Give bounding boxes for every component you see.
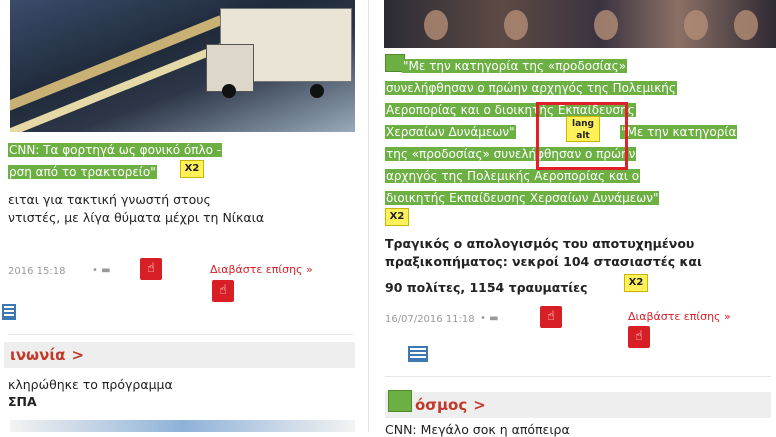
left-headline-link[interactable]: CNN: Τα φορτηγά ως φονικό όπλο - [8, 140, 223, 160]
section-header-society[interactable]: ινωνία > [4, 342, 355, 368]
quote-line7-wrap[interactable]: διοικητής Εκπαίδευσης Χερσαίων Δυνάμεων" [385, 188, 660, 208]
lang-alt-badge-icon[interactable]: lang alt [566, 116, 600, 142]
column-divider [368, 0, 369, 432]
right-readmore-label: Διαβάστε επίσης [628, 310, 721, 323]
right-timestamp: 16/07/2016 11:18 [385, 314, 475, 325]
hand-pointer-icon[interactable]: ☝ [212, 280, 234, 302]
left-headline-link-2[interactable]: ρση από το τρακτορείο" [8, 162, 157, 182]
crowd-figure [684, 10, 708, 40]
crowd-figure [594, 10, 618, 40]
x2-badge-icon[interactable]: X2 [624, 274, 648, 292]
quote-line7[interactable]: διοικητής Εκπαίδευσης Χερσαίων Δυνάμεων" [385, 191, 660, 205]
crowd-figure [734, 10, 758, 40]
x2-badge-icon[interactable]: X2 [385, 208, 409, 226]
crowd-figure [424, 10, 448, 40]
left-readmore-arrow: » [306, 263, 313, 276]
hand-pointer-icon[interactable]: ☝ [628, 326, 650, 348]
quote-line6[interactable]: αρχηγός της Πολεμικής Αεροπορίας και ο [385, 169, 641, 183]
left-next-line2[interactable]: ΣΠΑ [8, 394, 37, 409]
x2-badge-icon[interactable]: X2 [180, 160, 204, 178]
right-next-line1[interactable]: CNN: Μεγάλο σοκ η απόπειρα [385, 422, 570, 437]
bottom-photo[interactable] [10, 420, 355, 432]
comment-icon[interactable]: • ▬ [480, 313, 499, 324]
quote-line4a-wrap[interactable]: Χερσαίων Δυνάμεων" [385, 122, 516, 142]
quote-line2[interactable]: συνελήφθησαν ο πρώην αρχηγός της Πολεμικ… [385, 81, 677, 95]
quote-line1[interactable]: "Με την κατηγορία της «προδοσίας» [402, 59, 628, 73]
globe-icon [388, 390, 412, 412]
left-headline-line1[interactable]: CNN: Τα φορτηγά ως φονικό όπλο - [8, 143, 223, 157]
divider-line [385, 376, 771, 377]
list-icon[interactable] [408, 346, 428, 362]
lang-badge-line1: lang [571, 119, 594, 129]
list-icon[interactable] [2, 304, 16, 320]
right-readmore-arrow: » [724, 310, 731, 323]
quote-line4b[interactable]: "Με την κατηγορία [620, 125, 738, 139]
hand-pointer-icon[interactable]: ☝ [140, 258, 162, 280]
comment-icon[interactable]: • ▬ [92, 265, 111, 276]
left-readmore-label: Διαβάστε επίσης [210, 263, 303, 276]
chevron-right-icon: > [71, 346, 85, 364]
left-headline-line2[interactable]: ρση από το τρακτορείο" [8, 165, 157, 179]
section-title[interactable]: ινωνία [10, 346, 65, 364]
quote-line2-wrap[interactable]: συνελήφθησαν ο πρώην αρχηγός της Πολεμικ… [385, 78, 677, 98]
right-readmore-link[interactable]: Διαβάστε επίσης » [628, 310, 731, 323]
divider-line [8, 334, 353, 335]
quote-line4b-wrap[interactable]: "Με την κατηγορία [620, 122, 738, 142]
left-summary-line2: ντιστές, με λίγα θύματα μέχρι τη Νίκαια [8, 210, 265, 225]
chevron-right-icon: > [473, 396, 486, 414]
lang-badge-line2: alt [576, 131, 590, 141]
left-timestamp: 2016 15:18 [8, 266, 66, 277]
section-header-world[interactable]: όσμος > [385, 392, 771, 418]
left-column: CNN: Τα φορτηγά ως φονικό όπλο - ρση από… [0, 0, 360, 432]
crowd-figure [504, 10, 528, 40]
truck-wheel [310, 84, 324, 98]
right-body-line3[interactable]: 90 πολίτες, 1154 τραυματίες [385, 280, 588, 295]
crowd-photo[interactable] [384, 0, 776, 48]
right-body-line1[interactable]: Τραγικός ο απολογισμός του αποτυχημένου [385, 236, 694, 251]
section-title[interactable]: όσμος [415, 396, 467, 414]
road-stripe [10, 15, 224, 115]
hand-pointer-icon[interactable]: ☝ [540, 306, 562, 328]
right-body-line2[interactable]: πραξικοπήματος: νεκροί 104 στασιαστές κα… [385, 254, 702, 269]
truck-wheel [222, 84, 236, 98]
truck-photo[interactable] [10, 0, 355, 132]
quote-line1-wrap[interactable]: "Με την κατηγορία της «προδοσίας» [402, 56, 628, 76]
quote-line4a[interactable]: Χερσαίων Δυνάμεων" [385, 125, 516, 139]
left-next-line1[interactable]: κληρώθηκε το πρόγραμμα [8, 377, 173, 392]
left-summary-line1: ειται για τακτική γνωστή στους [8, 192, 211, 207]
left-readmore-link[interactable]: Διαβάστε επίσης » [210, 263, 313, 276]
